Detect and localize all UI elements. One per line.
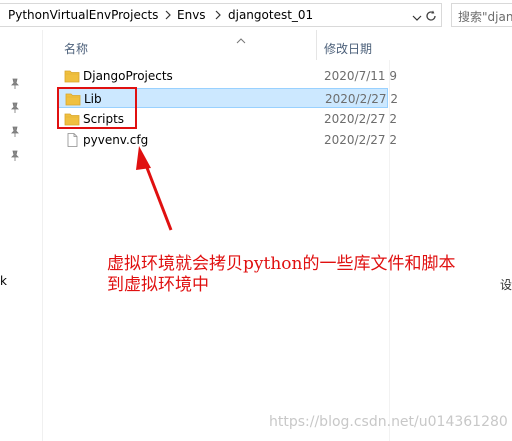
pin-icon[interactable] [9, 102, 21, 114]
file-date: 2020/2/27 2 [324, 133, 397, 147]
column-header-name[interactable]: 名称 [64, 40, 88, 57]
side-partial-text: 设 [500, 278, 512, 292]
column-header: 名称 修改日期 [54, 30, 512, 60]
breadcrumb-pythonvirtualenvprojects[interactable]: PythonVirtualEnvProjects [8, 8, 158, 22]
annotation-line-1: 虚拟环境就会拷贝python的一些库文件和脚本 [107, 254, 456, 274]
file-row-djangoprojects[interactable]: DjangoProjects 2020/7/11 9 [58, 66, 397, 86]
column-divider[interactable] [316, 30, 317, 60]
navigation-pane[interactable]: k [0, 30, 43, 441]
breadcrumb-separator-icon[interactable] [214, 10, 222, 20]
file-name: pyvenv.cfg [83, 133, 149, 147]
column-header-date-modified[interactable]: 修改日期 [324, 40, 372, 57]
highlight-box [57, 87, 137, 129]
file-date: 2020/7/11 9 [324, 69, 397, 83]
refresh-icon[interactable] [424, 9, 438, 23]
address-bar-row: PythonVirtualEnvProjects Envs djangotest… [0, 0, 512, 30]
annotation-text: 虚拟环境就会拷贝python的一些库文件和脚本 到虚拟环境中 [107, 254, 455, 296]
search-input[interactable]: 搜索"djan [451, 3, 512, 27]
breadcrumb-djangotest-01[interactable]: djangotest_01 [228, 8, 313, 22]
sort-up-icon [236, 33, 246, 44]
file-name: DjangoProjects [83, 69, 173, 83]
file-row-pyvenv-cfg[interactable]: pyvenv.cfg 2020/2/27 2 [58, 130, 397, 150]
breadcrumb-envs[interactable]: Envs [177, 8, 206, 22]
file-icon [64, 133, 80, 147]
pin-icon[interactable] [9, 150, 21, 162]
watermark: https://blog.csdn.net/u014361280 [269, 414, 508, 430]
search-placeholder: 搜索"djan [458, 10, 512, 24]
address-bar[interactable]: PythonVirtualEnvProjects Envs djangotest… [0, 3, 442, 27]
folder-icon [64, 69, 80, 83]
file-date: 2020/2/27 2 [324, 112, 397, 126]
pin-icon[interactable] [9, 78, 21, 90]
file-date: 2020/2/27 2 [325, 92, 398, 106]
annotation-line-2: 到虚拟环境中 [107, 275, 209, 295]
pin-icon[interactable] [9, 126, 21, 138]
chevron-down-icon[interactable] [412, 11, 422, 21]
nav-item-partial-label[interactable]: k [0, 274, 7, 288]
breadcrumb-separator-icon[interactable] [164, 10, 172, 20]
